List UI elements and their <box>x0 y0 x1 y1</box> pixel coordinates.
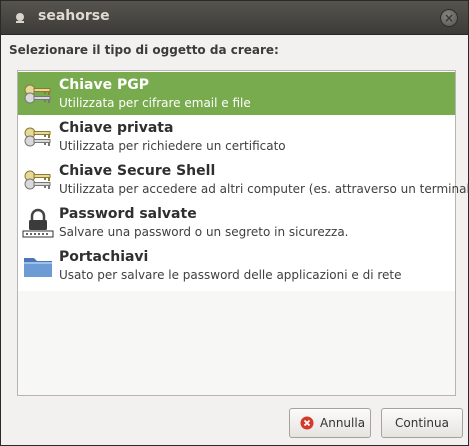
dialog-window: seahorse × Selezionare il tipo di oggett… <box>0 0 469 446</box>
object-type-list[interactable]: Chiave PGP Utilizzata per cifrare email … <box>17 70 469 396</box>
item-description: Utilizzata per richiedere un certificato <box>59 139 286 153</box>
item-title: Chiave Secure Shell <box>59 163 216 179</box>
title-bar[interactable]: seahorse × <box>1 1 468 35</box>
item-description: Utilizzata per accedere ad altri compute… <box>59 182 469 196</box>
list-item-ssh-key[interactable]: Chiave Secure Shell Utilizzata per acced… <box>18 158 469 201</box>
close-icon: × <box>443 11 455 25</box>
item-title: Portachiavi <box>59 249 149 265</box>
keys-icon <box>24 127 51 147</box>
keys-icon <box>24 170 51 190</box>
item-title: Chiave privata <box>59 120 174 136</box>
prompt-label: Selezionare il tipo di oggetto da creare… <box>9 43 279 57</box>
list-item-keyring[interactable]: Portachiavi Usato per salvare le passwor… <box>18 244 455 287</box>
window-title: seahorse <box>38 8 110 24</box>
item-description: Usato per salvare le password delle appl… <box>59 268 402 282</box>
cancel-icon <box>300 416 314 430</box>
item-title: Chiave PGP <box>59 77 149 93</box>
seahorse-app-icon <box>16 13 24 23</box>
cancel-label: Annulla <box>320 416 366 430</box>
close-button[interactable]: × <box>440 9 458 27</box>
folder-icon <box>24 258 52 277</box>
list-item-private-key[interactable]: Chiave privata Utilizzata per richiedere… <box>18 115 455 158</box>
list-empty-area <box>18 291 455 395</box>
item-description: Salvare una password o un segreto in sic… <box>59 225 349 239</box>
padlock-password-icon <box>22 208 54 238</box>
item-title: Password salvate <box>59 206 197 222</box>
list-item-saved-passwords[interactable]: Password salvate Salvare una password o … <box>18 201 455 244</box>
continue-label: Continua <box>395 416 449 430</box>
list-item-pgp-key[interactable]: Chiave PGP Utilizzata per cifrare email … <box>18 72 455 115</box>
keys-icon <box>24 84 51 104</box>
continue-button[interactable]: Continua <box>381 408 463 438</box>
item-description: Utilizzata per cifrare email e file <box>59 96 251 110</box>
cancel-button[interactable]: Annulla <box>289 408 371 438</box>
